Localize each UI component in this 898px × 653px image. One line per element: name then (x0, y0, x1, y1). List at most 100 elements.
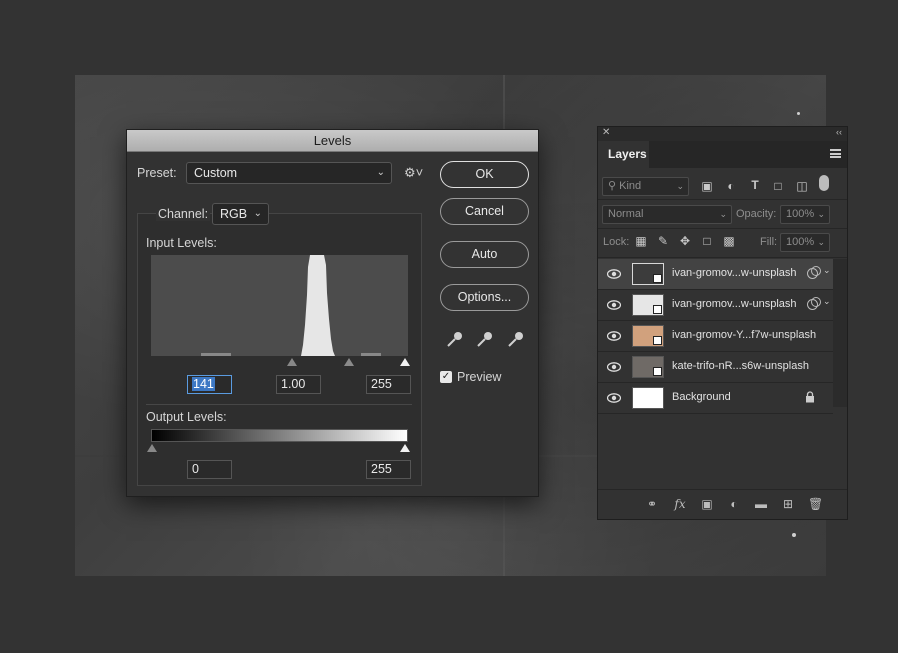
filter-adjustment-icon[interactable]: ◐ (724, 179, 738, 193)
link-layers-icon[interactable]: ⚭ (645, 498, 659, 511)
panel-topbar: ✕ ‹‹ (598, 127, 847, 141)
tab-layers[interactable]: Layers (598, 141, 649, 168)
gear-icon[interactable]: ⚙˅ (404, 165, 423, 181)
close-icon[interactable]: ✕ (602, 127, 610, 138)
input-white-slider[interactable] (400, 358, 410, 366)
preset-label: Preset: (137, 166, 177, 180)
chevron-down-icon[interactable]: ⌄ (823, 265, 831, 276)
blend-if-icon[interactable] (807, 266, 821, 279)
output-white-field[interactable]: 255 (366, 460, 411, 479)
layers-panel: ✕ ‹‹ Layers ⚲ Kind ⌄ ▣ ◐ T □ ◫ Normal ⌄ … (597, 126, 848, 520)
chevron-down-icon: ⌄ (719, 209, 727, 219)
filter-pixel-icon[interactable]: ▣ (700, 179, 714, 193)
smart-object-icon (653, 367, 662, 376)
trash-icon[interactable]: 🗑 (808, 498, 823, 511)
folder-icon[interactable]: ▬ (754, 498, 768, 511)
filter-shape-icon[interactable]: □ (771, 179, 785, 193)
black-eyedropper-icon[interactable] (446, 330, 464, 348)
channel-dropdown[interactable]: RGB ⌄ (212, 203, 269, 225)
chevron-down-icon[interactable]: ⌄ (823, 296, 831, 307)
layer-name[interactable]: ivan-gromov-Y...f7w-unsplash (672, 329, 816, 341)
layer-row[interactable]: kate-trifo-nR...s6w-unsplash (598, 352, 833, 383)
channel-label: Channel: (156, 207, 211, 221)
smart-object-icon (653, 305, 662, 314)
auto-button[interactable]: Auto (440, 241, 529, 268)
layer-name[interactable]: ivan-gromov...w-unsplash (672, 267, 797, 279)
layer-thumbnail[interactable] (632, 325, 664, 347)
channel-value: RGB (220, 207, 248, 221)
input-levels-label: Input Levels: (146, 236, 217, 250)
filter-kind-value: Kind (619, 180, 642, 192)
opacity-field[interactable]: 100% ⌄ (780, 205, 830, 224)
cancel-button[interactable]: Cancel (440, 198, 529, 225)
layers-scrollbar[interactable] (833, 259, 847, 407)
gray-eyedropper-icon[interactable] (476, 330, 494, 348)
visibility-eye-icon[interactable] (607, 330, 621, 342)
white-eyedropper-icon[interactable] (507, 330, 525, 348)
layer-row[interactable]: Background (598, 383, 833, 414)
collapse-icon[interactable]: ‹‹ (836, 127, 842, 137)
lock-icon (806, 391, 814, 403)
blend-if-icon[interactable] (807, 297, 821, 310)
layer-row[interactable]: ivan-gromov...w-unsplash ⌄ (598, 290, 833, 321)
blend-mode-dropdown[interactable]: Normal ⌄ (602, 205, 732, 224)
lock-transparent-icon[interactable]: ▦ (634, 234, 648, 248)
opacity-label: Opacity: (736, 208, 777, 220)
options-button[interactable]: Options... (440, 284, 529, 311)
chevron-down-icon: ⌄ (817, 209, 825, 219)
preset-value: Custom (194, 166, 238, 180)
smart-object-icon (653, 336, 662, 345)
paper-speck (792, 533, 796, 537)
filter-kind-dropdown[interactable]: ⚲ Kind ⌄ (602, 177, 689, 196)
input-black-slider-left[interactable] (287, 358, 297, 366)
histogram-graph (201, 255, 381, 356)
input-black-field[interactable]: 141 (187, 375, 232, 394)
input-gamma-slider[interactable] (344, 358, 354, 366)
output-white-slider[interactable] (400, 444, 410, 452)
lock-all-icon[interactable]: ▩ (722, 234, 736, 248)
preset-dropdown[interactable]: Custom ⌄ (186, 162, 392, 184)
layer-thumbnail[interactable] (632, 294, 664, 316)
layer-name[interactable]: kate-trifo-nR...s6w-unsplash (672, 360, 809, 372)
visibility-eye-icon[interactable] (607, 361, 621, 373)
levels-dialog-title[interactable]: Levels (127, 130, 538, 152)
layer-row[interactable]: ivan-gromov...w-unsplash ⌄ (598, 259, 833, 290)
visibility-eye-icon[interactable] (607, 268, 621, 280)
search-icon: ⚲ (608, 180, 617, 192)
filter-type-icon[interactable]: T (748, 178, 762, 192)
output-black-field[interactable]: 0 (187, 460, 232, 479)
layer-name[interactable]: ivan-gromov...w-unsplash (672, 298, 797, 310)
blend-mode-value: Normal (608, 208, 644, 220)
panel-divider (598, 199, 847, 200)
ok-button[interactable]: OK (440, 161, 529, 188)
layer-thumbnail[interactable] (632, 387, 664, 409)
fx-icon[interactable]: fx (673, 498, 687, 511)
filter-toggle-icon[interactable] (819, 175, 829, 191)
lock-artboard-icon[interactable]: □ (700, 234, 714, 248)
visibility-eye-icon[interactable] (607, 299, 621, 311)
new-layer-icon[interactable]: ⊞ (781, 498, 795, 511)
filter-smartobject-icon[interactable]: ◫ (795, 179, 809, 193)
adjustment-layer-icon[interactable]: ◐ (727, 498, 741, 511)
chevron-down-icon: ⌄ (817, 237, 825, 247)
visibility-eye-icon[interactable] (607, 392, 621, 404)
fill-value: 100% (786, 236, 815, 248)
fill-field[interactable]: 100% ⌄ (780, 233, 830, 252)
add-mask-icon[interactable]: ▣ (700, 498, 714, 511)
layer-name[interactable]: Background (672, 391, 731, 403)
input-gamma-field[interactable]: 1.00 (276, 375, 321, 394)
preview-checkbox[interactable]: ✓ (440, 371, 452, 383)
layer-thumbnail[interactable] (632, 263, 664, 285)
input-white-field[interactable]: 255 (366, 375, 411, 394)
paper-speck (797, 112, 800, 115)
panel-divider (598, 257, 847, 258)
lock-position-icon[interactable]: ✥ (678, 234, 692, 248)
layer-thumbnail[interactable] (632, 356, 664, 378)
output-black-slider[interactable] (147, 444, 157, 452)
layer-row[interactable]: ivan-gromov-Y...f7w-unsplash (598, 321, 833, 352)
panel-menu-icon[interactable] (830, 149, 841, 158)
lock-image-icon[interactable]: ✎ (656, 234, 670, 248)
panel-divider (598, 228, 847, 229)
layers-bottom-toolbar: ⚭ fx ▣ ◐ ▬ ⊞ 🗑 (598, 489, 847, 519)
output-gradient-bar (151, 429, 408, 442)
